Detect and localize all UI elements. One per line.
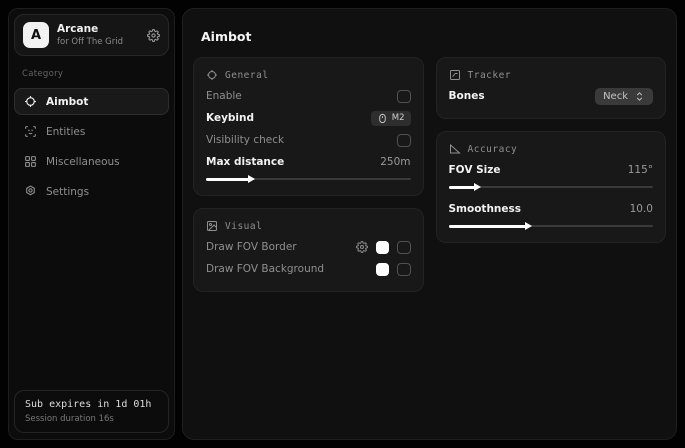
card-title: Accuracy xyxy=(468,144,518,155)
app-logo-card: A Arcane for Off The Grid xyxy=(14,14,169,56)
general-card: General Enable Keybind xyxy=(193,57,424,196)
card-title: Visual xyxy=(225,221,262,232)
triangle-ruler-icon xyxy=(449,143,461,155)
enable-row: Enable xyxy=(206,85,411,107)
accuracy-card-header: Accuracy xyxy=(449,143,654,155)
fov-size-slider[interactable] xyxy=(449,182,654,192)
gear-icon[interactable] xyxy=(147,29,160,42)
fov-background-controls xyxy=(376,263,411,276)
image-icon xyxy=(206,220,218,232)
sidebar-item-settings[interactable]: Settings xyxy=(14,178,169,205)
max-distance-label: Max distance xyxy=(206,156,284,168)
subscription-panel: Sub expires in 1d 01h Session duration 1… xyxy=(14,390,169,433)
card-columns: General Enable Keybind xyxy=(193,57,666,292)
sidebar-item-label: Entities xyxy=(46,126,85,138)
slider-fill xyxy=(449,225,527,228)
fov-border-label: Draw FOV Border xyxy=(206,241,297,253)
fov-background-row: Draw FOV Background xyxy=(206,258,411,280)
fov-size-value: 115° xyxy=(628,164,653,176)
visibility-check-checkbox[interactable] xyxy=(397,134,411,147)
keybind-label: Keybind xyxy=(206,112,254,124)
sidebar-item-miscellaneous[interactable]: Miscellaneous xyxy=(14,148,169,175)
fov-border-controls xyxy=(356,241,411,254)
bones-label: Bones xyxy=(449,90,485,102)
session-duration-text: Session duration 16s xyxy=(25,414,158,424)
enable-checkbox[interactable] xyxy=(397,90,411,103)
smoothness-slider[interactable] xyxy=(449,221,654,231)
fov-size-row: FOV Size 115° xyxy=(449,159,654,181)
fov-background-label: Draw FOV Background xyxy=(206,263,324,275)
bones-selected-value: Neck xyxy=(603,91,628,102)
app-subtitle: for Off The Grid xyxy=(57,37,139,47)
sub-expiry-text: Sub expires in 1d 01h xyxy=(25,399,158,410)
sidebar: A Arcane for Off The Grid Category xyxy=(8,8,175,440)
smoothness-row: Smoothness 10.0 xyxy=(449,198,654,220)
route-icon xyxy=(449,69,461,81)
max-distance-slider[interactable] xyxy=(206,174,411,184)
settings-gear-icon xyxy=(24,185,37,198)
fov-border-row: Draw FOV Border xyxy=(206,236,411,258)
sidebar-item-label: Miscellaneous xyxy=(46,156,120,168)
sidebar-item-label: Aimbot xyxy=(46,96,88,108)
max-distance-value: 250m xyxy=(380,156,410,168)
fov-border-color-swatch[interactable] xyxy=(376,241,389,254)
app-name: Arcane xyxy=(57,23,139,35)
visibility-check-label: Visibility check xyxy=(206,134,284,146)
slider-fill xyxy=(449,186,476,189)
fov-background-checkbox[interactable] xyxy=(397,263,411,276)
app-logo: A xyxy=(23,22,49,48)
max-distance-row: Max distance 250m xyxy=(206,151,411,173)
category-label: Category xyxy=(22,69,161,79)
smoothness-value: 10.0 xyxy=(630,203,653,215)
fov-border-checkbox[interactable] xyxy=(397,241,411,254)
app-meta: Arcane for Off The Grid xyxy=(57,23,139,47)
keybind-value: M2 xyxy=(392,113,405,123)
sidebar-nav: Aimbot Entities xyxy=(9,88,174,205)
bones-row: Bones Neck xyxy=(449,85,654,107)
tracker-card: Tracker Bones Neck xyxy=(436,57,667,119)
card-title: Tracker xyxy=(468,70,512,81)
app-window: A Arcane for Off The Grid Category xyxy=(0,0,685,448)
scan-face-icon xyxy=(24,125,37,138)
bones-select[interactable]: Neck xyxy=(595,88,653,105)
card-title: General xyxy=(225,70,269,81)
fov-background-color-swatch[interactable] xyxy=(376,263,389,276)
mouse-icon xyxy=(377,113,388,124)
general-card-header: General xyxy=(206,69,411,81)
keybind-button[interactable]: M2 xyxy=(371,111,411,126)
slider-fill xyxy=(206,178,249,181)
enable-label: Enable xyxy=(206,90,242,102)
visual-card: Visual Draw FOV Border xyxy=(193,208,424,292)
right-column: Tracker Bones Neck xyxy=(436,57,667,243)
visual-card-header: Visual xyxy=(206,220,411,232)
smoothness-label: Smoothness xyxy=(449,203,522,215)
crosshair-icon xyxy=(24,95,37,108)
main-panel: Aimbot General xyxy=(182,8,677,440)
tracker-card-header: Tracker xyxy=(449,69,654,81)
gear-icon[interactable] xyxy=(356,241,368,253)
page-title: Aimbot xyxy=(201,29,666,44)
fov-size-label: FOV Size xyxy=(449,164,501,176)
crosshair-icon xyxy=(206,69,218,81)
accuracy-card: Accuracy FOV Size 115° Smoothness 10.0 xyxy=(436,131,667,243)
visibility-check-row: Visibility check xyxy=(206,129,411,151)
keybind-row: Keybind M2 xyxy=(206,107,411,129)
chevrons-up-down-icon xyxy=(634,91,645,102)
sidebar-item-aimbot[interactable]: Aimbot xyxy=(14,88,169,115)
sidebar-item-entities[interactable]: Entities xyxy=(14,118,169,145)
grid-icon xyxy=(24,155,37,168)
left-column: General Enable Keybind xyxy=(193,57,424,292)
sidebar-item-label: Settings xyxy=(46,186,89,198)
